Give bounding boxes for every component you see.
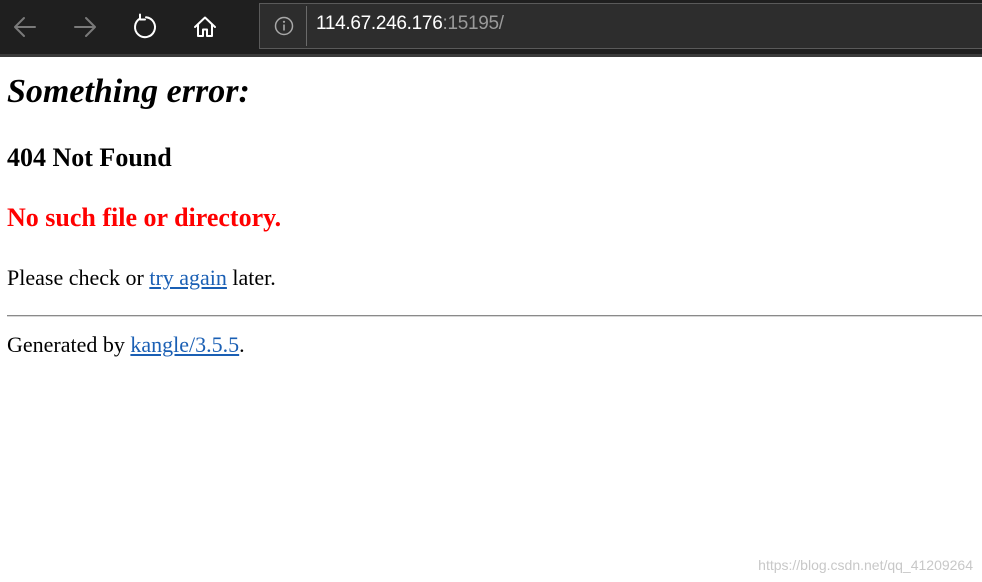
info-icon[interactable] bbox=[274, 16, 294, 36]
hint-suffix: later. bbox=[226, 265, 276, 290]
back-button[interactable] bbox=[5, 7, 45, 47]
hint-prefix: Please check or bbox=[7, 265, 150, 290]
retry-hint: Please check or try again later. bbox=[7, 265, 276, 291]
url-host: 114.67.246.176 bbox=[316, 13, 443, 34]
url-text[interactable]: 114.67.246.176:15195/ bbox=[316, 13, 504, 35]
forward-button[interactable] bbox=[65, 7, 105, 47]
refresh-icon bbox=[134, 13, 156, 39]
home-button[interactable] bbox=[185, 7, 225, 47]
divider bbox=[7, 315, 982, 317]
back-arrow-icon bbox=[14, 17, 36, 37]
address-bar[interactable]: 114.67.246.176:15195/ bbox=[259, 3, 982, 49]
footer-suffix: . bbox=[239, 332, 245, 357]
kangle-link[interactable]: kangle/3.5.5 bbox=[130, 332, 239, 357]
forward-arrow-icon bbox=[74, 17, 96, 37]
try-again-link[interactable]: try again bbox=[149, 265, 227, 290]
browser-toolbar: 114.67.246.176:15195/ bbox=[0, 0, 982, 54]
error-heading: Something error: bbox=[7, 73, 250, 110]
address-divider bbox=[306, 6, 307, 46]
url-path: :15195/ bbox=[442, 13, 504, 34]
status-heading: 404 Not Found bbox=[7, 143, 172, 172]
toolbar-divider bbox=[0, 54, 982, 57]
error-message: No such file or directory. bbox=[7, 203, 282, 232]
refresh-button[interactable] bbox=[125, 7, 165, 47]
server-footer: Generated by kangle/3.5.5. bbox=[7, 332, 245, 358]
footer-prefix: Generated by bbox=[7, 332, 131, 357]
watermark: https://blog.csdn.net/qq_41209264 bbox=[758, 557, 973, 573]
home-icon bbox=[194, 16, 216, 37]
